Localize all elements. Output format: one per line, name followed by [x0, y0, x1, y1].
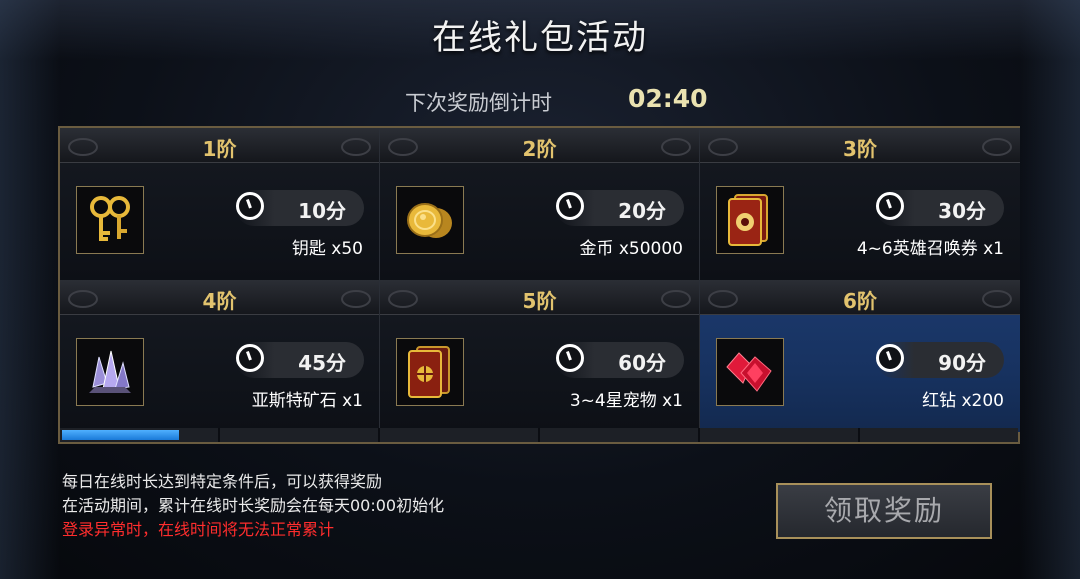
warning-text: 登录异常时，在线时间将无法正常累计: [62, 520, 335, 539]
pet-card-icon: [396, 338, 464, 406]
tier-label: 3阶: [843, 137, 877, 161]
tier-header: 4阶: [60, 280, 379, 315]
reward-cell-4[interactable]: 4阶 45分 亚斯特矿石 x1: [60, 280, 380, 432]
time-text: 90分: [938, 351, 986, 375]
reward-grid: 1阶 10分 钥匙 x50 2阶 20分 金币 x50000 3阶 30分 4~…: [58, 126, 1020, 444]
clock-icon: [236, 192, 264, 220]
tier-header: 2阶: [380, 128, 699, 163]
reward-cell-1[interactable]: 1阶 10分 钥匙 x50: [60, 128, 380, 280]
clock-icon: [556, 192, 584, 220]
countdown-value: 02:40: [628, 84, 708, 113]
progress-segment: [700, 428, 860, 442]
time-text: 20分: [618, 199, 666, 223]
gold-coins-icon: [396, 186, 464, 254]
time-requirement: 45分: [236, 342, 364, 378]
progress-segment: [220, 428, 380, 442]
ornament-icon: [982, 138, 1012, 156]
reward-text: 钥匙 x50: [291, 239, 363, 259]
clock-icon: [236, 344, 264, 372]
tier-label: 6阶: [843, 289, 877, 313]
countdown: 下次奖励倒计时 02:40: [0, 84, 1080, 116]
progress-fill: [62, 430, 179, 440]
time-requirement: 30分: [876, 190, 1004, 226]
time-text: 10分: [298, 199, 346, 223]
time-requirement: 90分: [876, 342, 1004, 378]
time-requirement: 10分: [236, 190, 364, 226]
tier-header: 1阶: [60, 128, 379, 163]
hero-summon-card-icon: [716, 186, 784, 254]
red-diamond-icon: [716, 338, 784, 406]
ornament-icon: [341, 138, 371, 156]
tier-label: 1阶: [202, 137, 237, 161]
note-line-1: 每日在线时长达到特定条件后，可以获得奖励: [62, 472, 383, 491]
reward-cell-6[interactable]: 6阶 90分 红钻 x200: [700, 280, 1020, 432]
time-text: 45分: [298, 351, 346, 375]
tier-header: 5阶: [380, 280, 699, 315]
clock-icon: [876, 344, 904, 372]
golden-keys-icon: [76, 186, 144, 254]
tier-header: 3阶: [700, 128, 1020, 163]
reward-text: 金币 x50000: [579, 239, 683, 259]
note-line-2: 在活动期间，累计在线时长奖励会在每天00:00初始化: [62, 496, 445, 515]
claim-reward-button[interactable]: 领取奖励: [776, 483, 992, 539]
activity-notes: 每日在线时长达到特定条件后，可以获得奖励 在活动期间，累计在线时长奖励会在每天0…: [62, 470, 444, 542]
clock-icon: [876, 192, 904, 220]
reward-text: 红钻 x200: [922, 391, 1004, 411]
reward-text: 3~4星宠物 x1: [569, 391, 683, 411]
progress-segment: [60, 428, 220, 442]
reward-text: 4~6英雄召唤券 x1: [856, 239, 1004, 259]
time-text: 60分: [618, 351, 666, 375]
crystal-ore-icon: [76, 338, 144, 406]
time-requirement: 20分: [556, 190, 684, 226]
ornament-icon: [661, 138, 691, 156]
time-requirement: 60分: [556, 342, 684, 378]
progress-segment: [860, 428, 1018, 442]
tier-label: 5阶: [522, 289, 557, 313]
ornament-icon: [661, 290, 691, 308]
countdown-label: 下次奖励倒计时: [405, 91, 552, 115]
tier-label: 2阶: [522, 137, 557, 161]
clock-icon: [556, 344, 584, 372]
tier-header: 6阶: [700, 280, 1020, 315]
page-title: 在线礼包活动: [432, 18, 648, 58]
reward-text: 亚斯特矿石 x1: [251, 391, 363, 411]
reward-cell-2[interactable]: 2阶 20分 金币 x50000: [380, 128, 700, 280]
ornament-icon: [982, 290, 1012, 308]
online-gift-screen: 在线礼包活动 下次奖励倒计时 02:40 1阶 10分 钥匙 x50 2阶 20…: [0, 0, 1080, 579]
progress-segment: [380, 428, 540, 442]
reward-cell-5[interactable]: 5阶 60分 3~4星宠物 x1: [380, 280, 700, 432]
progress-segment: [540, 428, 700, 442]
online-time-progress-bar: [60, 428, 1018, 442]
tier-label: 4阶: [202, 289, 237, 313]
ornament-icon: [341, 290, 371, 308]
reward-cell-3[interactable]: 3阶 30分 4~6英雄召唤券 x1: [700, 128, 1020, 280]
time-text: 30分: [938, 199, 986, 223]
